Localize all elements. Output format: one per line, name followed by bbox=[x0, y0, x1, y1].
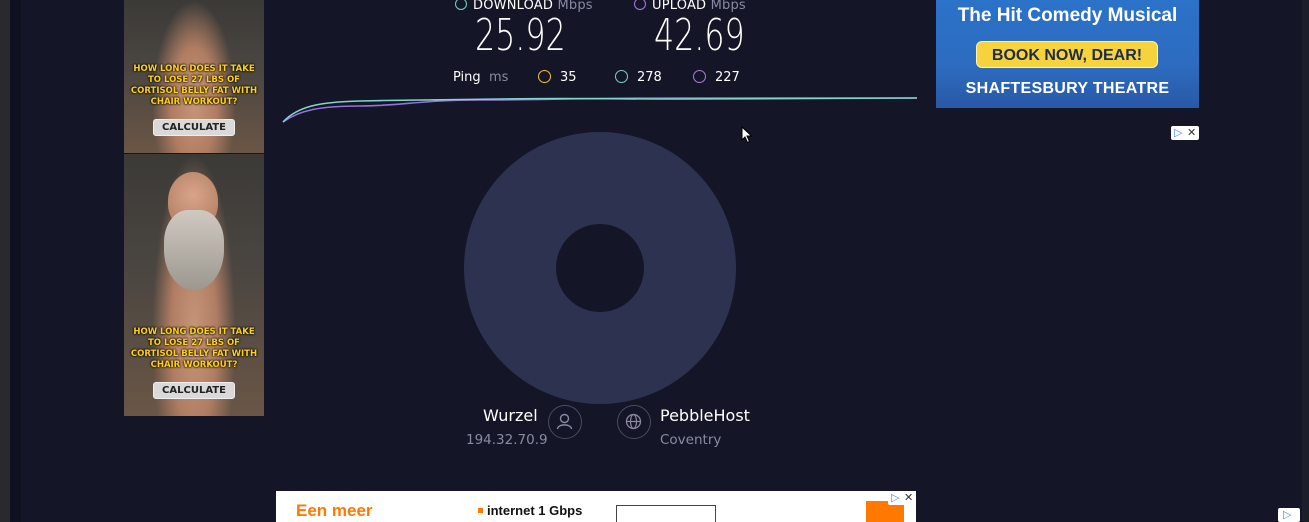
ping-download: 278 bbox=[615, 70, 662, 85]
user-icon[interactable] bbox=[548, 405, 582, 439]
left-ad-banner-2[interactable]: HOW LONG DOES IT TAKE TO LOSE 27 LBS OF … bbox=[124, 154, 264, 416]
upload-speed-value: 42.69 bbox=[654, 10, 745, 61]
ping-upload-icon bbox=[693, 70, 706, 83]
ad-price-box bbox=[616, 505, 716, 522]
ping-download-value: 278 bbox=[637, 70, 662, 85]
download-graph-line bbox=[282, 97, 918, 123]
ping-upload: 227 bbox=[693, 70, 740, 85]
speed-graph bbox=[282, 97, 918, 123]
ping-unit: ms bbox=[488, 70, 509, 85]
ad-title: The Hit Comedy Musical bbox=[957, 5, 1178, 26]
adchoices-icon[interactable]: ▷ bbox=[1278, 508, 1300, 522]
right-ad-banner[interactable]: The Hit Comedy Musical BOOK NOW, DEAR! S… bbox=[936, 0, 1199, 108]
download-speed-value: 25.92 bbox=[475, 10, 566, 61]
ping-label-group: Ping ms bbox=[453, 70, 508, 85]
ping-idle-value: 35 bbox=[560, 70, 577, 85]
ad-venue: SHAFTESBURY THEATRE bbox=[965, 80, 1170, 97]
server-name[interactable]: PebbleHost bbox=[660, 406, 750, 425]
ad-feature: internet 1 Gbps bbox=[478, 503, 582, 518]
upload-graph-line bbox=[282, 97, 917, 123]
ad-photo-beard bbox=[164, 210, 224, 290]
bullet-icon bbox=[478, 508, 483, 513]
speed-gauge-center bbox=[556, 224, 644, 312]
download-arrow-icon bbox=[455, 0, 467, 10]
globe-icon[interactable] bbox=[617, 405, 651, 439]
adchoices-icon[interactable]: ▷ ✕ bbox=[888, 491, 916, 505]
bottom-ad-banner[interactable]: Een meer internet 1 Gbps bbox=[276, 491, 916, 522]
calculate-button[interactable]: CALCULATE bbox=[153, 119, 235, 136]
ping-download-icon bbox=[615, 70, 628, 83]
book-now-button[interactable]: BOOK NOW, DEAR! bbox=[976, 41, 1158, 68]
left-ad-banner-1[interactable]: HOW LONG DOES IT TAKE TO LOSE 27 LBS OF … bbox=[124, 0, 264, 153]
ad-caption: HOW LONG DOES IT TAKE TO LOSE 27 LBS OF … bbox=[130, 64, 258, 107]
client-ip-address: 194.32.70.9 bbox=[466, 432, 548, 448]
ad-headline: Een meer bbox=[296, 501, 373, 520]
adchoices-icon[interactable]: ▷ ✕ bbox=[1171, 126, 1199, 140]
ad-feature-text: internet 1 Gbps bbox=[487, 503, 583, 518]
calculate-button[interactable]: CALCULATE bbox=[153, 382, 235, 399]
page-left-gutter bbox=[10, 0, 21, 522]
client-isp-name: Wurzel bbox=[483, 406, 538, 425]
ping-label: Ping bbox=[453, 70, 481, 85]
page-right-scrollbar[interactable] bbox=[1302, 0, 1309, 522]
ping-upload-value: 227 bbox=[715, 70, 740, 85]
mouse-cursor-icon bbox=[741, 126, 753, 144]
ad-caption: HOW LONG DOES IT TAKE TO LOSE 27 LBS OF … bbox=[130, 327, 258, 370]
server-location: Coventry bbox=[660, 432, 722, 448]
ping-idle-icon bbox=[538, 70, 551, 83]
ping-idle: 35 bbox=[538, 70, 577, 85]
upload-arrow-icon bbox=[634, 0, 646, 10]
browser-left-border bbox=[0, 0, 10, 522]
